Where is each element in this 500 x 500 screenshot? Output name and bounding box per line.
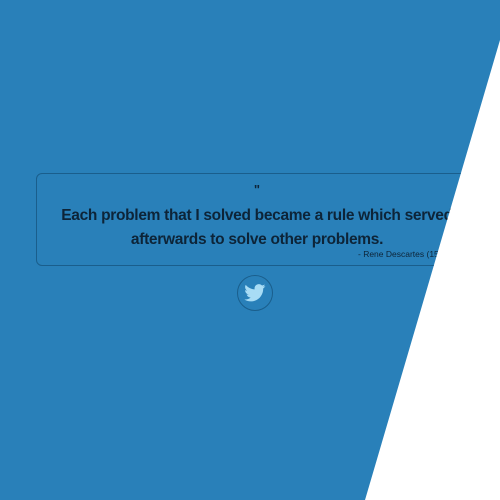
quote-area: " Each problem that I solved became a ru…: [0, 0, 500, 500]
quote-text: Each problem that I solved became a rule…: [61, 207, 453, 248]
quote-box: " Each problem that I solved became a ru…: [36, 173, 476, 266]
twitter-icon: [244, 284, 266, 302]
page: " Each problem that I solved became a ru…: [0, 0, 500, 500]
tweet-button[interactable]: [237, 275, 273, 311]
quote-open-mark: ": [253, 182, 261, 197]
quote-author: - Rene Descartes (1596-1650): [358, 249, 473, 259]
